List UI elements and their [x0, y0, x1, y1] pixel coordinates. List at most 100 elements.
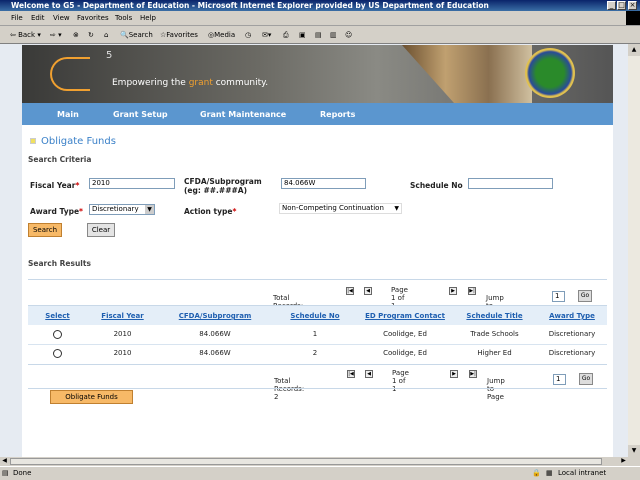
search-results-heading: Search Results [28, 259, 91, 268]
award-type-label: Award Type* [30, 207, 83, 216]
cfda-hint: (eg: ##.###A) [184, 186, 247, 195]
menu-help[interactable]: Help [140, 14, 156, 22]
next-page-icon[interactable]: ▶ [449, 287, 457, 295]
jump-to-page-label: Jump to Page [487, 377, 505, 401]
discuss-icon[interactable]: ▤ [315, 31, 322, 39]
cell-schedule-title: Trade Schools [470, 330, 519, 338]
status-bar: ▤ Done 🔒 ▦ Local intranet [0, 466, 640, 480]
obligate-funds-button[interactable]: Obligate Funds [50, 390, 133, 404]
nav-main[interactable]: Main [57, 110, 79, 119]
header-ed-program-contact[interactable]: ED Program Contact [358, 312, 452, 320]
last-page-icon[interactable]: ▶| [468, 287, 476, 295]
header-award-type[interactable]: Award Type [537, 312, 607, 320]
schedule-no-input[interactable] [468, 178, 553, 189]
divider [28, 279, 607, 280]
go-button[interactable]: Go [578, 290, 592, 302]
minimize-button[interactable]: _ [607, 1, 616, 10]
nav-reports[interactable]: Reports [320, 110, 355, 119]
lock-icon: 🔒 [532, 469, 541, 477]
tagline: Empowering the grant community. [112, 78, 268, 88]
maximize-button[interactable]: □ [617, 1, 626, 10]
scroll-up-icon[interactable]: ▲ [628, 44, 640, 56]
edit-icon[interactable]: ▣ [299, 31, 306, 39]
last-page-icon[interactable]: ▶| [469, 370, 477, 378]
jump-page-input[interactable]: 1 [553, 374, 566, 385]
print-icon[interactable]: ⎙ [283, 31, 289, 40]
search-button[interactable]: Search [28, 223, 62, 237]
header-schedule-title[interactable]: Schedule Title [452, 312, 537, 320]
award-type-label-text: Award Type [30, 207, 80, 216]
header-schedule-no[interactable]: Schedule No [272, 312, 358, 320]
chevron-down-icon: ▼ [145, 205, 154, 214]
search-button[interactable]: 🔍Search [120, 31, 153, 39]
page-title: Obligate Funds [41, 136, 116, 147]
clear-button[interactable]: Clear [87, 223, 115, 237]
schedule-no-label: Schedule No [410, 181, 463, 190]
horizontal-scrollbar[interactable]: ◀ ▶ [0, 457, 628, 466]
first-page-icon[interactable]: |◀ [346, 287, 354, 295]
menu-favorites[interactable]: Favorites [77, 14, 109, 22]
home-icon[interactable]: ⌂ [104, 31, 108, 39]
scroll-right-icon[interactable]: ▶ [619, 457, 628, 466]
header-cfda[interactable]: CFDA/Subprogram [158, 312, 272, 320]
prev-page-icon[interactable]: ◀ [365, 370, 373, 378]
select-radio[interactable] [53, 330, 62, 339]
prev-page-icon[interactable]: ◀ [364, 287, 372, 295]
jump-page-input[interactable]: 1 [552, 291, 565, 302]
g5-logo-icon [50, 57, 90, 91]
intranet-icon: ▦ [546, 469, 553, 477]
select-radio[interactable] [53, 349, 62, 358]
next-page-icon[interactable]: ▶ [450, 370, 458, 378]
status-text: Done [13, 469, 32, 477]
table-row: 2010 84.066W 1 Coolidge, Ed Trade School… [28, 325, 607, 345]
forward-button[interactable]: ⇨ ▾ [50, 31, 62, 39]
zone-text: Local intranet [558, 469, 607, 477]
menu-view[interactable]: View [53, 14, 70, 22]
scroll-thumb[interactable] [10, 458, 602, 465]
back-button[interactable]: ⇦ Back ▾ [10, 31, 41, 39]
history-icon[interactable]: ◷ [245, 31, 251, 39]
action-type-value: Non-Competing Continuation [282, 204, 384, 212]
scroll-left-icon[interactable]: ◀ [0, 457, 9, 466]
research-icon[interactable]: ▥ [330, 31, 337, 39]
cell-schedule-title: Higher Ed [477, 349, 512, 357]
action-type-label: Action type* [184, 207, 237, 216]
action-type-select[interactable]: Non-Competing Continuation ▼ [279, 203, 402, 214]
cell-award-type: Discretionary [548, 330, 596, 338]
mail-icon[interactable]: ✉▾ [262, 31, 271, 39]
header-select[interactable]: Select [28, 312, 87, 320]
nav-grant-maintenance[interactable]: Grant Maintenance [200, 110, 286, 119]
menu-tools[interactable]: Tools [115, 14, 132, 22]
cell-schedule-no: 1 [312, 330, 318, 338]
cell-cfda: 84.066W [199, 349, 231, 357]
back-label: Back [18, 31, 36, 39]
first-page-icon[interactable]: |◀ [347, 370, 355, 378]
nav-grant-setup[interactable]: Grant Setup [113, 110, 168, 119]
vertical-scrollbar[interactable]: ▲ ▼ [628, 44, 640, 457]
menu-edit[interactable]: Edit [31, 14, 45, 22]
award-type-value: Discretionary [92, 205, 139, 213]
cell-contact: Coolidge, Ed [383, 349, 427, 357]
cfda-input[interactable]: 84.066W [281, 178, 366, 189]
scroll-down-icon[interactable]: ▼ [628, 445, 640, 457]
favorites-button[interactable]: ☆Favorites [160, 31, 198, 39]
cell-schedule-no: 2 [312, 349, 318, 357]
fiscal-year-input[interactable]: 2010 [89, 178, 175, 189]
media-label: Media [214, 31, 236, 39]
close-button[interactable]: × [628, 1, 637, 10]
library-image [402, 45, 532, 103]
refresh-icon[interactable]: ↻ [88, 31, 94, 39]
favorites-label: Favorites [166, 31, 198, 39]
stop-icon[interactable]: ⊗ [73, 31, 79, 39]
banner: 5 Empowering the grant community. [22, 45, 613, 103]
menu-file[interactable]: File [11, 14, 23, 22]
go-button[interactable]: Go [579, 373, 593, 385]
header-fiscal-year[interactable]: Fiscal Year [87, 312, 158, 320]
window-title: Welcome to G5 - Department of Education … [11, 1, 489, 10]
search-label: Search [128, 31, 153, 39]
award-type-select[interactable]: Discretionary ▼ [89, 204, 155, 215]
total-records: Total Records: 2 [274, 377, 305, 401]
messenger-icon[interactable]: ☺ [345, 31, 352, 39]
tagline-accent: grant [188, 78, 213, 88]
media-button[interactable]: ◎Media [208, 31, 235, 39]
